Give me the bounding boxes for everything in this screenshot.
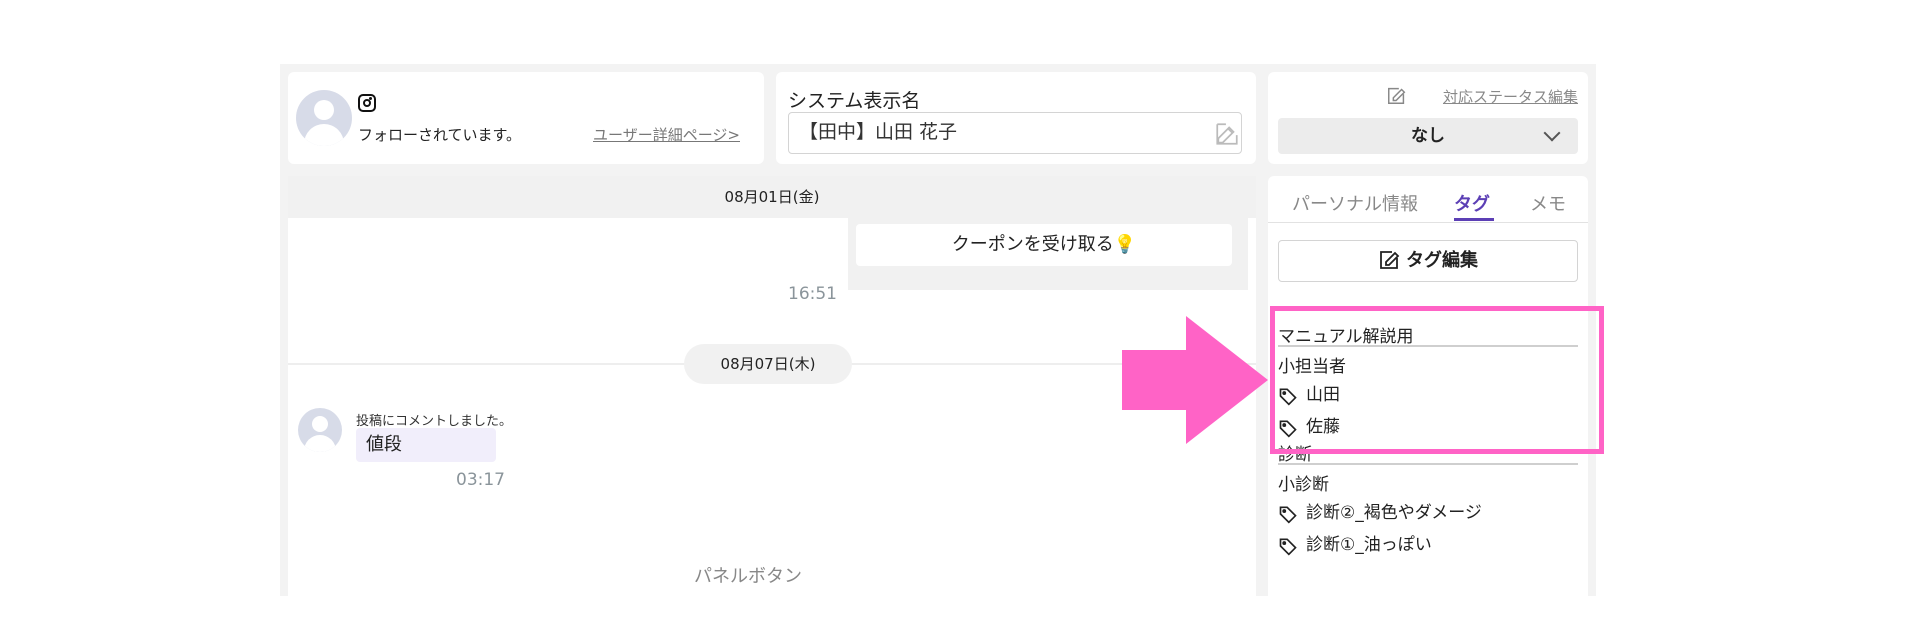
date-header: 08月01日(金): [288, 176, 1256, 218]
tag-icon: [1279, 538, 1297, 556]
tag-subgroup-title: 小診断: [1278, 475, 1329, 495]
divider: [1278, 463, 1578, 465]
display-name-label: システム表示名: [788, 90, 921, 112]
tag-edit-label: タグ編集: [1406, 250, 1478, 271]
edit-icon[interactable]: [1214, 121, 1240, 147]
user-detail-link[interactable]: ユーザー詳細ページ>: [593, 124, 740, 145]
instagram-icon: [358, 94, 376, 112]
display-name-card: システム表示名 【田中】山田 花子: [776, 72, 1256, 164]
user-card: フォローされています。 ユーザー詳細ページ>: [288, 72, 764, 164]
highlight-box: [1270, 306, 1604, 454]
status-card: 対応ステータス編集 なし: [1268, 72, 1588, 164]
message-time: 03:17: [456, 470, 505, 490]
tab-memo[interactable]: メモ: [1530, 190, 1566, 216]
status-edit-link[interactable]: 対応ステータス編集: [1443, 86, 1578, 107]
coupon-message-bubble[interactable]: クーポンを受け取る💡: [856, 224, 1232, 266]
follow-status: フォローされています。: [358, 126, 522, 144]
tab-tags[interactable]: タグ: [1454, 190, 1490, 216]
chevron-down-icon: [1543, 124, 1561, 142]
tag-label: 診断①_油っぽい: [1306, 535, 1432, 555]
panel-button[interactable]: パネルボタン: [648, 562, 848, 588]
date-pill: 08月07日(木): [684, 344, 852, 384]
pointer-arrow-icon: [1122, 316, 1268, 444]
comment-bubble: 値段: [356, 428, 496, 462]
side-tabs: パーソナル情報 タグ メモ: [1268, 176, 1588, 223]
avatar: [296, 90, 352, 146]
tag-label: 診断②_褐色やダメージ: [1306, 503, 1482, 523]
active-tab-indicator: [1454, 218, 1494, 221]
comment-label: 投稿にコメントしました。: [356, 414, 513, 429]
display-name-input[interactable]: 【田中】山田 花子: [788, 112, 1242, 154]
status-select[interactable]: なし: [1278, 118, 1578, 154]
status-selected-value: なし: [1411, 126, 1445, 146]
edit-icon[interactable]: [1386, 84, 1408, 106]
tag-icon: [1279, 506, 1297, 524]
tab-personal-info[interactable]: パーソナル情報: [1292, 190, 1418, 216]
tag-edit-button[interactable]: タグ編集: [1278, 240, 1578, 282]
edit-icon: [1380, 251, 1400, 269]
message-time: 16:51: [788, 284, 837, 304]
avatar: [298, 408, 342, 452]
chat-panel: 08月01日(金) クーポンを受け取る💡 16:51 08月07日(木) 投稿に…: [288, 176, 1256, 596]
